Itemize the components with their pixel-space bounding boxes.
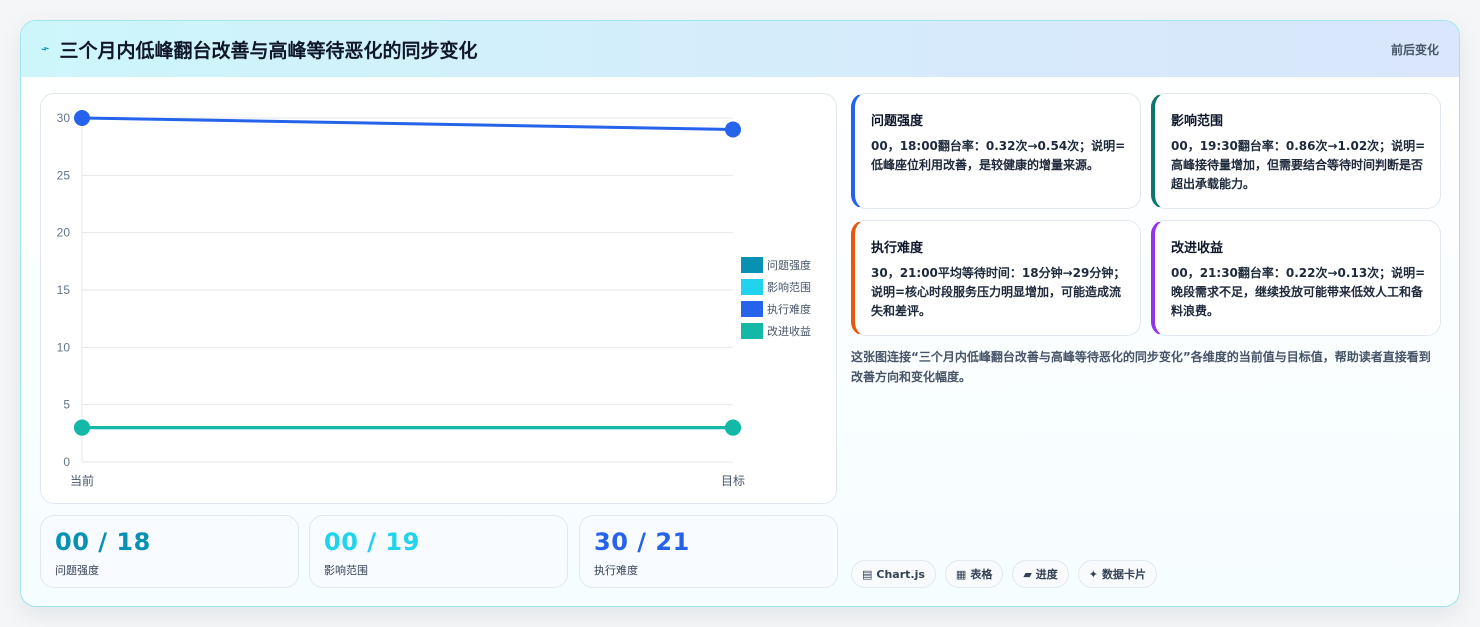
legend-swatch [741, 301, 763, 317]
info-card-text: 00，21:30翻台率：0.22次→0.13次；说明=晚段需求不足，继续投放可能… [1171, 266, 1426, 318]
legend-swatch [741, 279, 763, 295]
info-card-title: 问题强度 [871, 114, 924, 129]
info-card-title: 执行难度 [871, 241, 924, 256]
y-tick-label: 10 [57, 340, 71, 354]
legend-label: 执行难度 [767, 302, 811, 316]
chart-description: 这张图连接“三个月内低峰翻台改善与高峰等待恶化的同步变化”各维度的当前值与目标值… [851, 350, 1431, 384]
y-tick-label: 20 [57, 226, 71, 240]
info-card-3: 改进收益 00，21:30翻台率：0.22次→0.13次；说明=晚段需求不足，继… [1151, 220, 1441, 336]
chart-panel: 0 5 10 15 20 25 30 当前 目标 问题强度影响范围执行难度改进收益 [40, 93, 837, 504]
chip-label: Chart.js [876, 567, 925, 581]
chip-row: ▤ Chart.js ▦ 表格 ▰ 进度 ✦ 数据卡片 [851, 560, 1158, 588]
header-tag: 前后变化 [1390, 42, 1439, 57]
chip-label: 数据卡片 [1102, 568, 1147, 581]
data-point [74, 110, 90, 126]
legend-label: 改进收益 [767, 324, 811, 338]
line-chart: 0 5 10 15 20 25 30 当前 目标 问题强度影响范围执行难度改进收益 [57, 110, 811, 488]
stat-label: 问题强度 [55, 564, 99, 577]
chip-label: 进度 [1035, 568, 1058, 581]
legend-swatch [741, 323, 763, 339]
x-tick-label: 目标 [721, 474, 745, 488]
legend-swatch [741, 257, 763, 273]
stat-label: 影响范围 [324, 564, 368, 577]
legend-label: 影响范围 [767, 280, 811, 294]
stat-value: 00 / 19 [324, 528, 420, 556]
y-tick-label: 30 [57, 111, 71, 125]
data-point [725, 121, 741, 138]
chip-chartjs[interactable]: ▤ Chart.js [851, 560, 936, 588]
sparkle-icon: ✦ [1088, 567, 1099, 581]
stat-label: 执行难度 [594, 564, 638, 577]
data-point [725, 419, 741, 436]
table-icon: ▦ [955, 567, 967, 581]
info-card-text: 00，19:30翻台率：0.86次→1.02次；说明=高峰接待量增加，但需要结合… [1171, 139, 1426, 191]
info-card-text: 30，21:00平均等待时间：18分钟→29分钟；说明=核心时段服务压力明显增加… [871, 266, 1126, 318]
stat-value: 00 / 18 [55, 528, 151, 556]
stat-card-0: 00 / 18 问题强度 [40, 515, 299, 588]
info-card-0: 问题强度 00，18:00翻台率：0.32次→0.54次；说明=低峰座位利用改善… [851, 93, 1141, 209]
info-card-2: 执行难度 30，21:00平均等待时间：18分钟→29分钟；说明=核心时段服务压… [851, 220, 1141, 336]
info-card-1: 影响范围 00，19:30翻台率：0.86次→1.02次；说明=高峰接待量增加，… [1151, 93, 1441, 209]
chip-table[interactable]: ▦ 表格 [944, 560, 1004, 588]
y-tick-label: 0 [63, 455, 70, 469]
legend-label: 问题强度 [767, 258, 811, 272]
spark-icon: ⌁ [38, 40, 52, 58]
y-tick-label: 15 [57, 283, 71, 297]
chart-icon: ▤ [862, 567, 873, 581]
card-header: ⌁ 三个月内低峰翻台改善与高峰等待恶化的同步变化 前后变化 [21, 21, 1459, 77]
data-point [74, 419, 90, 436]
info-card-text: 00，18:00翻台率：0.32次→0.54次；说明=低峰座位利用改善，是较健康… [871, 139, 1126, 172]
page-title: 三个月内低峰翻台改善与高峰等待恶化的同步变化 [59, 39, 478, 62]
chip-progress[interactable]: ▰ 进度 [1012, 560, 1069, 588]
x-tick-label: 当前 [70, 473, 94, 488]
main-card: ⌁ 三个月内低峰翻台改善与高峰等待恶化的同步变化 前后变化 0 5 10 15 20 25… [20, 20, 1460, 607]
chip-data-cards[interactable]: ✦ 数据卡片 [1077, 560, 1158, 588]
stat-value: 30 / 21 [594, 528, 690, 556]
chip-label: 表格 [970, 568, 993, 581]
progress-icon: ▰ [1023, 567, 1032, 581]
info-card-title: 影响范围 [1171, 114, 1224, 129]
info-card-title: 改进收益 [1171, 241, 1224, 256]
stat-card-2: 30 / 21 执行难度 [579, 515, 838, 588]
y-tick-label: 25 [57, 168, 71, 182]
series-line [81, 116, 734, 131]
y-tick-label: 5 [63, 398, 70, 412]
stat-card-1: 00 / 19 影响范围 [309, 515, 568, 588]
